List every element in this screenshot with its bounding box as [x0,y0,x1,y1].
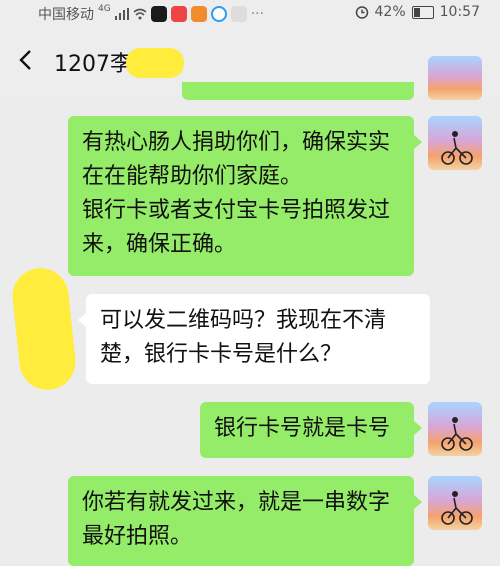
message-line: 可以发二维码吗？我现在不清 [100,308,387,333]
message-line: 最好拍照。 [82,524,193,549]
status-bar: 中国移动 4G ··· 42% 10:57 [0,0,500,26]
message-line: 你若有就发过来，就是一串数字 [82,490,391,515]
self-avatar-partial[interactable] [428,56,482,100]
bubble-tail [413,420,422,436]
message-bubble[interactable]: 有热心肠人捐助你们，确保实实 在在能帮助你们家庭。 银行卡或者支付宝卡号拍照发过… [68,116,422,276]
cyclist-icon [441,131,473,165]
status-left: 中国移动 4G ··· [38,4,264,24]
redaction-mark [126,48,184,78]
orange-app-icon [190,6,207,22]
self-avatar[interactable] [428,116,482,170]
message-line: 有热心肠人捐助你们，确保实实 [82,130,391,155]
self-avatar[interactable] [428,476,482,530]
message-bubble[interactable]: 可以发二维码吗？我现在不清 楚，银行卡卡号是什么？ [78,294,430,384]
chat-title: 1207李 [54,52,132,77]
bubble-tail [78,312,87,328]
alarm-icon [355,6,368,19]
message-bubble[interactable]: 你若有就发过来，就是一串数字 最好拍照。 [68,476,422,566]
peer-avatar-redacted[interactable] [9,265,79,393]
bubble-tail [413,134,422,150]
bubble-tail [413,494,422,510]
wifi-icon [133,8,147,20]
weibo-app-icon [170,6,187,22]
battery-icon [411,5,434,19]
message-line: 来，确保正确。 [82,232,237,257]
cyclist-icon [441,491,473,525]
self-avatar[interactable] [428,402,482,456]
message-line: 楚，银行卡卡号是什么？ [100,342,343,367]
message-bubble[interactable]: 银行卡号就是卡号 [200,402,422,458]
pin-app-icon [230,6,247,22]
chevron-left-icon[interactable] [14,48,38,72]
battery-level [413,7,421,17]
message-line: 银行卡号就是卡号 [214,416,391,441]
status-right: 42% 10:57 [355,4,480,20]
network-type: 4G [98,4,111,14]
battery-percent: 42% [374,4,406,20]
signal-icon [114,8,129,20]
carrier-label: 中国移动 [38,7,94,23]
clock: 10:57 [439,4,480,20]
message-line: 在在能帮助你们家庭。 [82,164,303,189]
cyclist-icon [441,417,473,451]
message-line: 银行卡或者支付宝卡号拍照发过 [82,198,391,223]
more-notifications-icon: ··· [250,6,265,22]
blue-app-icon [210,6,227,22]
previous-message-bubble[interactable] [182,82,414,100]
tiktok-app-icon [150,6,167,22]
